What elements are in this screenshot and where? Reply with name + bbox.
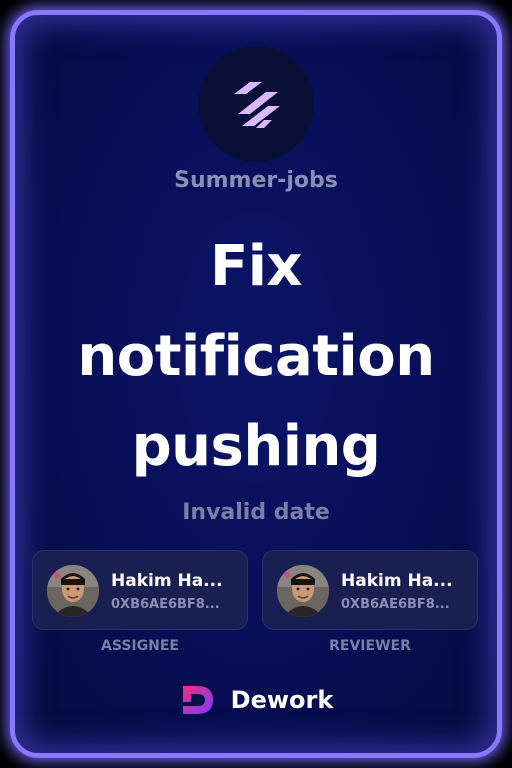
reviewer-card[interactable]: Hakim Ha... 0XB6AE6BF8...	[262, 550, 478, 630]
assignee-address: 0XB6AE6BF8...	[111, 597, 220, 612]
task-title-line: pushing	[131, 414, 381, 479]
task-title-line: Fix	[209, 234, 303, 299]
stacked-bars-icon	[234, 82, 280, 128]
reviewer-name: Hakim Ha...	[341, 571, 453, 591]
brand-footer: Dework	[0, 682, 512, 718]
brand-name: Dework	[230, 686, 334, 714]
assignee-card[interactable]: Hakim Ha... 0XB6AE6BF8...	[32, 550, 248, 630]
user-avatar	[277, 565, 329, 617]
dework-logo-icon	[182, 686, 213, 714]
task-title-line: notification	[77, 324, 435, 389]
reviewer-label: REVIEWER	[329, 638, 411, 654]
user-avatar	[47, 565, 99, 617]
assignee-label: ASSIGNEE	[101, 638, 179, 654]
organization-logo	[198, 46, 314, 162]
assignee-avatar	[47, 565, 99, 617]
task-title: Fix notification pushing	[20, 222, 492, 492]
task-date: Invalid date	[182, 500, 330, 525]
assignee-name: Hakim Ha...	[111, 571, 223, 591]
reviewer-address: 0XB6AE6BF8...	[341, 597, 450, 612]
organization-name: Summer-jobs	[174, 168, 338, 193]
reviewer-avatar	[277, 565, 329, 617]
